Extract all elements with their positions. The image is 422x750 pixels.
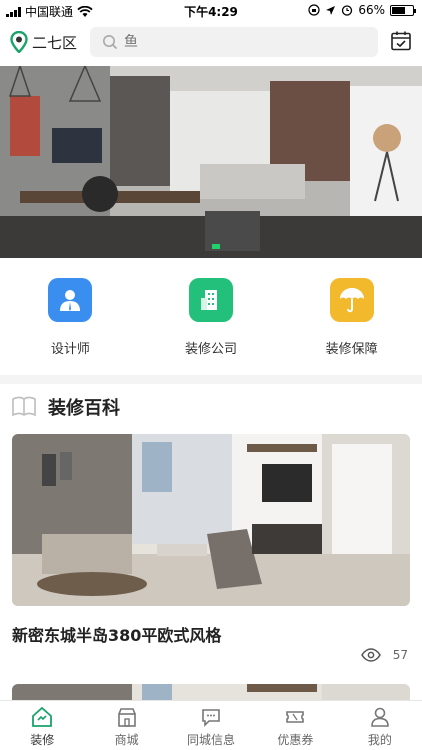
tab-coupons[interactable]: 优惠券 [253, 701, 337, 750]
article-image[interactable] [12, 434, 410, 606]
coupon-icon [286, 711, 305, 723]
book-icon [12, 396, 36, 417]
user-icon [371, 707, 389, 727]
location-arrow-icon [326, 5, 336, 15]
battery-percent: 66% [358, 3, 385, 17]
company-building-icon [189, 278, 233, 322]
search-bar[interactable] [90, 27, 378, 57]
tab-label: 优惠券 [277, 733, 314, 747]
section-header: 装修百科 [12, 394, 120, 420]
status-bar: 中国联通 下午4:29 66% [0, 0, 422, 22]
article-title[interactable]: 新密东城半岛380平欧式风格 [12, 622, 221, 646]
location-pin-icon [10, 31, 28, 53]
chat-icon [202, 709, 220, 727]
bottom-tab-bar: 装修 商城 同城信息 优惠券 我的 [0, 700, 422, 750]
battery-icon [390, 4, 416, 16]
tab-label: 商城 [114, 733, 139, 747]
tab-label: 我的 [367, 733, 392, 747]
designer-icon [48, 278, 93, 322]
top-header: 二七区 [0, 24, 422, 64]
category-designer[interactable]: 设计师 [0, 278, 141, 360]
search-icon [103, 35, 118, 50]
category-company[interactable]: 装修公司 [141, 278, 282, 360]
alarm-icon [342, 5, 353, 16]
location-label: 二七区 [32, 33, 78, 52]
shop-icon [117, 708, 136, 727]
section-divider [0, 375, 422, 384]
category-label: 设计师 [50, 342, 90, 357]
search-input[interactable] [124, 34, 324, 50]
banner-image[interactable] [0, 66, 422, 258]
home-icon [32, 706, 53, 727]
calendar-check-button[interactable] [390, 30, 412, 56]
article-views: 57 [360, 648, 408, 662]
tab-local-info[interactable]: 同城信息 [169, 701, 253, 750]
category-row: 设计师 装修公司 装修保障 [0, 278, 422, 360]
umbrella-icon [329, 278, 374, 322]
tab-mine[interactable]: 我的 [338, 701, 422, 750]
category-label: 装修保障 [325, 342, 378, 357]
tab-shop[interactable]: 商城 [84, 701, 168, 750]
location-selector[interactable]: 二七区 [10, 31, 77, 53]
tab-label: 同城信息 [187, 733, 236, 747]
category-label: 装修公司 [185, 342, 238, 357]
calendar-check-icon [391, 31, 411, 51]
tab-label: 装修 [30, 733, 55, 747]
lock-rotation-icon [308, 4, 320, 16]
section-title: 装修百科 [48, 398, 120, 419]
eye-icon [360, 648, 381, 662]
view-count: 57 [392, 648, 408, 662]
category-guarantee[interactable]: 装修保障 [281, 278, 422, 360]
tab-home[interactable]: 装修 [0, 701, 84, 750]
